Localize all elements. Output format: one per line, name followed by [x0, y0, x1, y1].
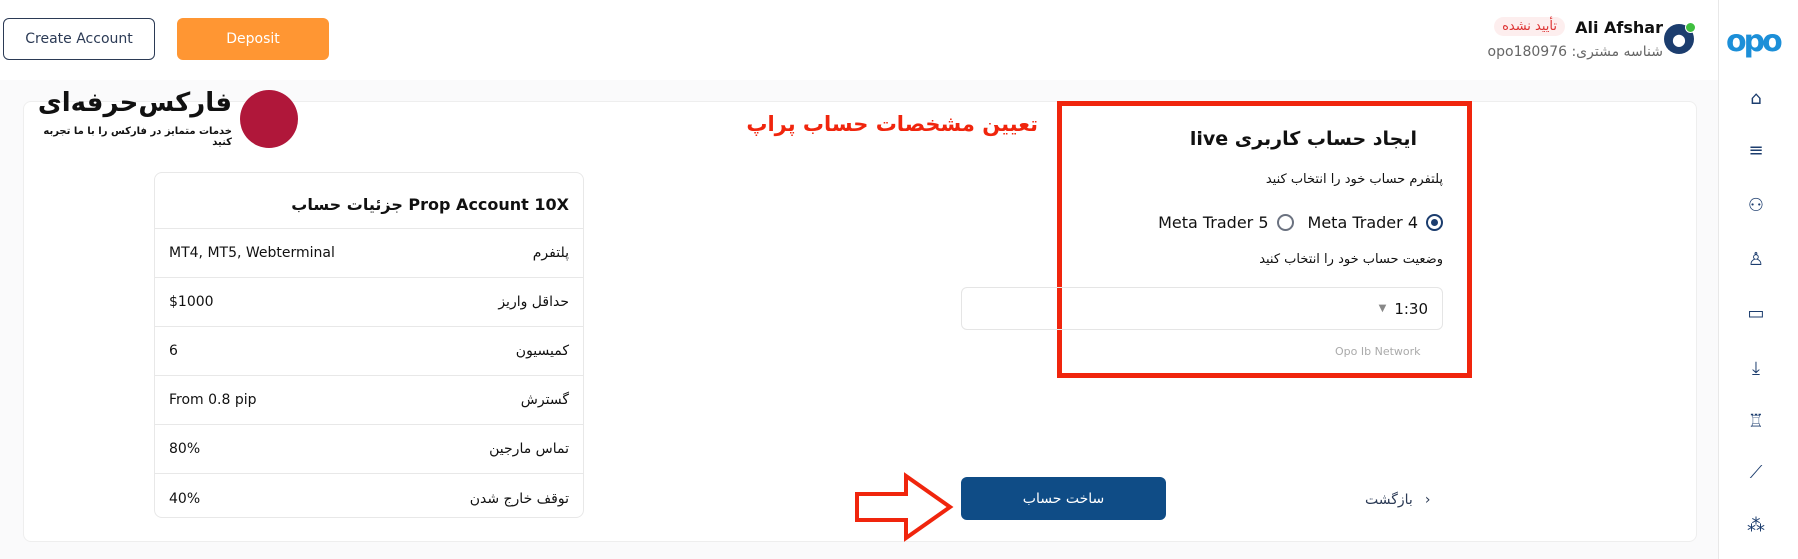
detail-value: $1000	[169, 294, 214, 310]
watermark-subtitle: خدمات متمایز در فارکس را با ما تجربه کنی…	[43, 126, 232, 148]
detail-label: تماس مارجین	[489, 441, 569, 457]
detail-row: توقف خارج شدن 40%	[155, 474, 583, 523]
network-icon[interactable]: ⁂	[1743, 512, 1769, 538]
leverage-select[interactable]: 1:30 ▼	[961, 287, 1443, 330]
watermark-icon	[240, 90, 298, 148]
radio-label: Meta Trader 5	[1158, 213, 1269, 232]
watermark-logo: فارکس‌حرفه‌ای خدمات متمایز در فارکس را ب…	[30, 88, 298, 148]
deposit-button[interactable]: Deposit	[177, 18, 329, 60]
opo-logo: opo	[1726, 24, 1783, 59]
detail-row: پلتفرم MT4, MT5, Webterminal	[155, 229, 583, 278]
chevron-left-icon: ‹	[1424, 492, 1431, 508]
back-link[interactable]: ‹ بازگشت	[1365, 492, 1430, 508]
detail-label: کمیسیون	[515, 343, 569, 359]
sidebar: ⌂ ≡ ⚇ ♙ ▭ ⤓ ♖ ⟋ ⁂	[1718, 0, 1798, 559]
network-label: Opo Ib Network	[1335, 345, 1421, 358]
arrow-annotation-icon	[855, 472, 954, 542]
detail-value: MT4, MT5, Webterminal	[169, 245, 335, 261]
avatar[interactable]: ●	[1664, 22, 1696, 54]
detail-value: 40%	[169, 490, 201, 507]
radio-label: Meta Trader 4	[1307, 213, 1418, 232]
detail-value: From 0.8 pip	[169, 392, 257, 408]
leverage-value: 1:30	[1394, 299, 1428, 318]
radio-mt5[interactable]: Meta Trader 5	[1158, 213, 1294, 232]
form-title: ایجاد حساب کاربری live	[1189, 128, 1417, 150]
profile-icon[interactable]: ♙	[1743, 246, 1769, 272]
customer-id: شناسه مشتری: opo180976	[1487, 44, 1663, 60]
detail-value: 6	[169, 343, 178, 359]
download-icon[interactable]: ⤓	[1743, 355, 1769, 381]
radio-button[interactable]	[1426, 214, 1443, 231]
users-icon[interactable]: ⚇	[1743, 192, 1769, 218]
status-badge: تأیید نشده	[1494, 17, 1565, 36]
detail-row: تماس مارجین 80%	[155, 425, 583, 474]
account-details-card: Prop Account 10X جزئیات حساب پلتفرم MT4, …	[154, 172, 584, 518]
user-name: Ali Afshar	[1575, 18, 1663, 37]
radio-button[interactable]	[1276, 214, 1294, 231]
caret-down-icon: ▼	[1378, 303, 1387, 314]
detail-label: گسترش	[520, 392, 569, 408]
leverage-label: وضعیت حساب خود را انتخاب کنید	[1259, 252, 1443, 267]
detail-value: 80%	[169, 441, 201, 457]
platform-label: پلتفرم حساب خود را انتخاب کنید	[1265, 172, 1443, 187]
detail-label: پلتفرم	[532, 245, 569, 261]
wallet-icon[interactable]: ▭	[1743, 300, 1769, 326]
platform-radio-group: Meta Trader 4 Meta Trader 5	[961, 213, 1443, 232]
back-label: بازگشت	[1365, 492, 1413, 508]
home-icon[interactable]: ⌂	[1743, 85, 1769, 111]
detail-label: حداقل واریز	[498, 294, 569, 310]
trades-icon[interactable]: ≡	[1743, 137, 1769, 163]
details-title: Prop Account 10X جزئیات حساب	[155, 173, 583, 229]
create-account-form: ایجاد حساب کاربری live پلتفرم حساب خود ر…	[961, 120, 1443, 267]
watermark-title: فارکس‌حرفه‌ای	[37, 88, 232, 118]
chart-icon[interactable]: ⟋	[1743, 459, 1769, 485]
detail-row: کمیسیون 6	[155, 327, 583, 376]
radio-mt4[interactable]: Meta Trader 4	[1308, 213, 1443, 232]
trophy-icon[interactable]: ♖	[1743, 408, 1769, 434]
create-account-button[interactable]: Create Account	[3, 18, 155, 60]
detail-row: گسترش From 0.8 pip	[155, 376, 583, 425]
detail-row: حداقل واریز $1000	[155, 278, 583, 327]
create-account-submit-button[interactable]: ساخت حساب	[961, 477, 1166, 520]
detail-label: توقف خارج شدن	[469, 490, 569, 507]
